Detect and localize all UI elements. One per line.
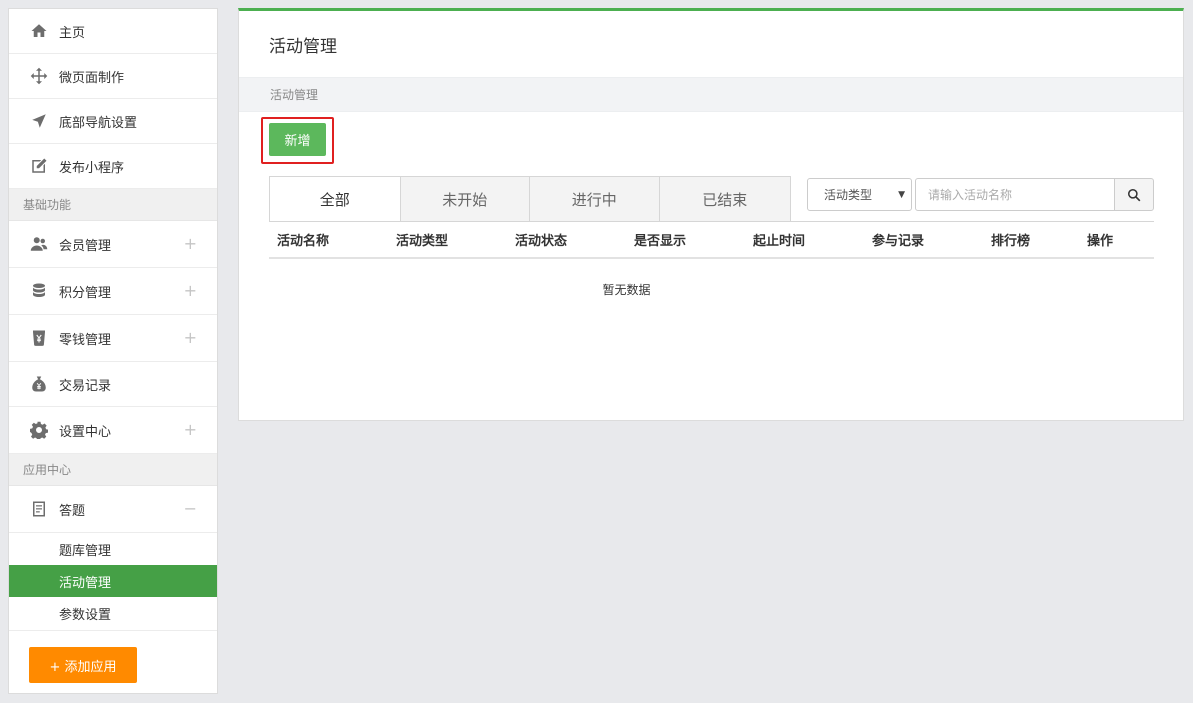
money-bag-icon xyxy=(29,374,49,394)
sidebar-item-members[interactable]: 会员管理 + xyxy=(9,221,217,268)
expand-icon[interactable]: + xyxy=(184,283,197,299)
tab-all[interactable]: 全部 xyxy=(270,177,400,222)
sidebar-item-publish[interactable]: 发布小程序 xyxy=(9,144,217,189)
sidebar-item-label: 微页面制作 xyxy=(59,70,125,86)
tab-not-started[interactable]: 未开始 xyxy=(399,177,529,222)
column-header: 参与记录 xyxy=(872,234,925,249)
search-icon xyxy=(1127,188,1141,201)
new-button-highlight: 新增 xyxy=(261,117,334,164)
column-header: 是否显示 xyxy=(634,234,687,249)
database-icon xyxy=(29,281,49,301)
sidebar-item-label: 会员管理 xyxy=(59,238,112,254)
expand-icon[interactable]: + xyxy=(184,422,197,438)
table-header: 活动名称 活动类型 活动状态 是否显示 起止时间 参与记录 排行榜 操作 xyxy=(269,221,1154,259)
new-button[interactable]: 新增 xyxy=(269,123,326,156)
column-header: 活动名称 xyxy=(277,234,330,249)
sidebar-subitem-question-bank[interactable]: 题库管理 xyxy=(9,533,217,565)
document-icon xyxy=(29,499,49,519)
sidebar-item-label: 底部导航设置 xyxy=(59,115,138,131)
sidebar-item-change[interactable]: 零钱管理 + xyxy=(9,315,217,362)
sidebar-item-label: 积分管理 xyxy=(59,285,112,301)
home-icon xyxy=(29,21,49,41)
sidebar-item-transactions[interactable]: 交易记录 xyxy=(9,362,217,407)
sidebar-item-label: 主页 xyxy=(59,25,86,41)
caret-down-icon: ▼ xyxy=(898,190,905,200)
breadcrumb: 活动管理 xyxy=(239,77,1183,112)
navigation-arrow-icon xyxy=(29,111,49,131)
users-icon xyxy=(29,234,49,254)
page-title: 活动管理 xyxy=(269,36,337,57)
section-basic-header: 基础功能 xyxy=(9,189,217,221)
column-header: 起止时间 xyxy=(753,234,806,249)
search-input[interactable] xyxy=(915,178,1115,211)
collapse-icon[interactable]: − xyxy=(184,501,197,517)
sidebar-item-label: 设置中心 xyxy=(59,424,112,440)
sidebar-item-bottom-nav[interactable]: 底部导航设置 xyxy=(9,99,217,144)
sidebar-item-label: 交易记录 xyxy=(59,378,112,394)
column-header: 活动类型 xyxy=(396,234,449,249)
sidebar-item-label: 零钱管理 xyxy=(59,332,112,348)
sidebar-item-quiz[interactable]: 答题 − xyxy=(9,486,217,533)
select-value: 活动类型 xyxy=(824,188,873,202)
tab-in-progress[interactable]: 进行中 xyxy=(529,177,659,222)
search-button[interactable] xyxy=(1114,178,1154,211)
sidebar-item-label: 发布小程序 xyxy=(59,160,125,176)
gear-icon xyxy=(29,420,49,440)
expand-icon[interactable]: + xyxy=(184,236,197,252)
sidebar-item-micro-page[interactable]: 微页面制作 xyxy=(9,54,217,99)
status-tabs: 全部 未开始 进行中 已结束 xyxy=(269,176,791,222)
add-app-button[interactable]: + 添加应用 xyxy=(29,647,137,683)
section-apps-header: 应用中心 xyxy=(9,454,217,486)
sidebar-subitem-activity-management[interactable]: 活动管理 xyxy=(9,565,217,597)
yen-cup-icon xyxy=(29,328,49,348)
sidebar-subitem-parameter-settings[interactable]: 参数设置 xyxy=(9,597,217,629)
column-header: 操作 xyxy=(1087,234,1114,249)
column-header: 活动状态 xyxy=(515,234,568,249)
quiz-submenu: 题库管理 活动管理 参数设置 xyxy=(9,533,217,631)
sidebar-item-home[interactable]: 主页 xyxy=(9,9,217,54)
sidebar-item-points[interactable]: 积分管理 + xyxy=(9,268,217,315)
sidebar: 主页 微页面制作 底部导航设置 发布小程序 基础功能 会员管理 + 积分管理 + xyxy=(8,8,218,694)
empty-state: 暂无数据 xyxy=(602,283,651,297)
main-panel: 活动管理 活动管理 新增 全部 未开始 进行中 已结束 活动类型 ▼ 活动名称 … xyxy=(238,8,1184,421)
expand-icon[interactable]: + xyxy=(184,330,197,346)
sidebar-item-settings[interactable]: 设置中心 + xyxy=(9,407,217,454)
move-icon xyxy=(29,66,49,86)
sidebar-item-label: 答题 xyxy=(59,503,86,519)
edit-icon xyxy=(29,156,49,176)
activity-type-select[interactable]: 活动类型 ▼ xyxy=(807,178,912,211)
tab-ended[interactable]: 已结束 xyxy=(658,177,790,222)
column-header: 排行榜 xyxy=(991,234,1031,249)
